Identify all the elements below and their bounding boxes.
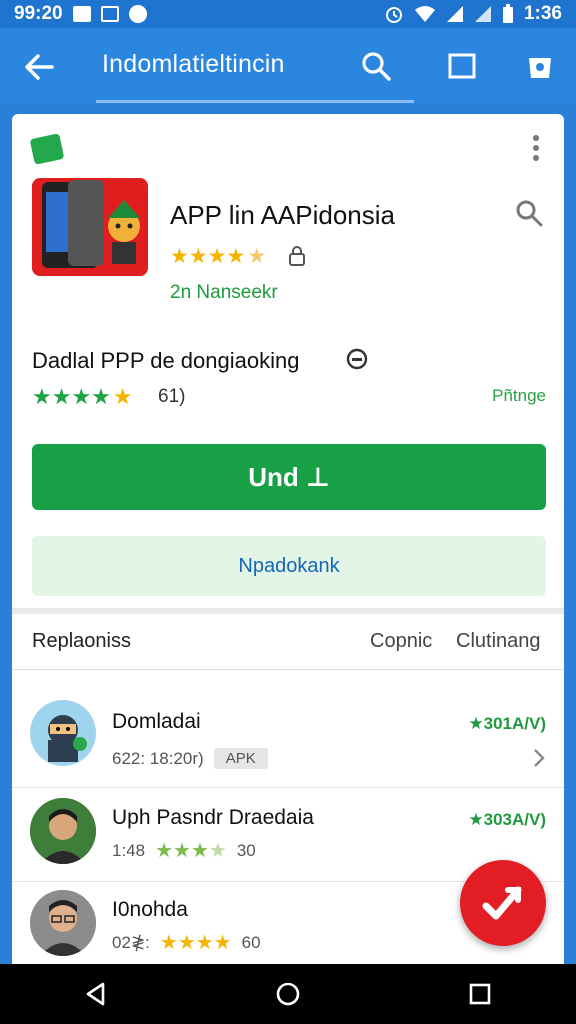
store-bag-icon[interactable] bbox=[522, 48, 558, 84]
gallery-icon bbox=[100, 6, 119, 22]
list-item-name: I0nohda bbox=[112, 898, 188, 921]
signal-icon bbox=[446, 6, 463, 22]
rating-count: 61) bbox=[158, 386, 186, 407]
system-nav-bar bbox=[0, 964, 576, 1024]
toolbar-title[interactable]: Indomlatieltincin bbox=[102, 50, 285, 79]
search-icon[interactable] bbox=[358, 48, 394, 84]
list-item-stars: ★★★★ bbox=[155, 840, 227, 862]
list-item-count: 30 bbox=[236, 840, 256, 860]
avatar bbox=[30, 798, 96, 864]
app-description: Dadlal PPP de dongiaoking bbox=[32, 348, 300, 373]
overflow-menu-icon[interactable] bbox=[528, 134, 544, 162]
list-item-price: ★303A/V) bbox=[468, 810, 546, 829]
app-icon[interactable] bbox=[32, 178, 148, 276]
nav-home-icon bbox=[276, 982, 300, 1006]
app-header: APP lin AAPidonsia ★★★★ ★ 2n Nanseekr bbox=[12, 114, 564, 314]
check-arrow-icon bbox=[482, 886, 522, 920]
person-avatar-icon bbox=[30, 798, 96, 864]
signal-icon-2 bbox=[474, 6, 491, 22]
person-avatar-icon bbox=[30, 890, 96, 956]
app-notification-icon bbox=[128, 5, 147, 23]
list-item-stars: ★★★★ bbox=[159, 932, 232, 954]
app-developer[interactable]: 2n Nanseekr bbox=[170, 282, 278, 304]
alarm-icon bbox=[385, 7, 402, 23]
nav-recents-button[interactable] bbox=[450, 974, 510, 1014]
list-item-count: 60 bbox=[241, 932, 261, 952]
tab-clutinang[interactable]: Clutinang bbox=[456, 630, 541, 653]
app-title: APP lin AAPidonsia bbox=[170, 200, 395, 230]
list-item[interactable]: Domladai 622: 18:20r) APK ★301A/V) bbox=[12, 686, 564, 788]
status-time-right: 1:36 bbox=[523, 3, 562, 24]
app-rating-stars: ★★★★ ★ bbox=[170, 245, 267, 268]
avatar bbox=[30, 890, 96, 956]
nav-home-button[interactable] bbox=[258, 974, 318, 1014]
status-time-left: 99:20 bbox=[14, 3, 63, 24]
status-left: 99:20 bbox=[14, 3, 147, 25]
avatar bbox=[30, 700, 96, 766]
list-item-price: ★301A/V) bbox=[468, 714, 546, 733]
ninja-avatar-icon bbox=[48, 715, 87, 762]
secondary-action-button[interactable]: Npadokank bbox=[32, 536, 546, 596]
tab-copnic[interactable]: Copnic bbox=[370, 630, 432, 653]
list-item-meta: 1:48 ★★★★ 30 bbox=[112, 838, 256, 863]
window-icon[interactable] bbox=[444, 48, 480, 84]
wifi-icon bbox=[414, 6, 435, 22]
description-rating-stars: ★★★★ ★ bbox=[32, 384, 133, 409]
battery-icon bbox=[502, 4, 513, 23]
lock-icon bbox=[289, 246, 305, 266]
floating-action-button[interactable] bbox=[460, 860, 546, 946]
tab-replaoniss[interactable]: Replaoniss bbox=[32, 630, 131, 653]
list-tabs: Replaoniss Copnic Clutinang bbox=[12, 614, 564, 670]
back-arrow-icon[interactable] bbox=[22, 50, 56, 84]
apk-badge: APK bbox=[213, 748, 268, 769]
list-item-meta: 02≹: ★★★★ 60 bbox=[112, 930, 261, 955]
list-item-name: Uph Pasndr Draedaia bbox=[112, 806, 314, 829]
list-item-version: 1:48 bbox=[112, 840, 146, 860]
toolbar-title-underline bbox=[96, 100, 414, 103]
app-toolbar: Indomlatieltincin bbox=[0, 28, 576, 104]
chevron-right-icon[interactable] bbox=[532, 748, 546, 768]
status-right: 1:36 bbox=[384, 3, 562, 25]
nav-back-icon bbox=[86, 982, 105, 1006]
info-icon[interactable] bbox=[346, 348, 368, 370]
install-button[interactable]: Und ⊥ bbox=[32, 444, 546, 510]
ratings-link[interactable]: Pñtnge bbox=[492, 386, 546, 406]
small-badge-icon bbox=[29, 133, 65, 165]
status-bar: 99:20 1:36 bbox=[0, 0, 576, 28]
list-item-version: 02≹: bbox=[112, 932, 150, 952]
notification-icon bbox=[72, 6, 91, 22]
nav-back-button[interactable] bbox=[66, 974, 126, 1014]
nav-recents-icon bbox=[469, 983, 491, 1005]
list-item-meta: 622: 18:20r) APK bbox=[112, 748, 268, 769]
app-detail-card: APP lin AAPidonsia ★★★★ ★ 2n Nanseekr Dad… bbox=[12, 114, 564, 974]
search-icon[interactable] bbox=[514, 198, 544, 228]
app-icon-art bbox=[42, 180, 140, 268]
list-item-version: 622: 18:20r) bbox=[112, 748, 204, 768]
list-item-name: Domladai bbox=[112, 710, 201, 733]
